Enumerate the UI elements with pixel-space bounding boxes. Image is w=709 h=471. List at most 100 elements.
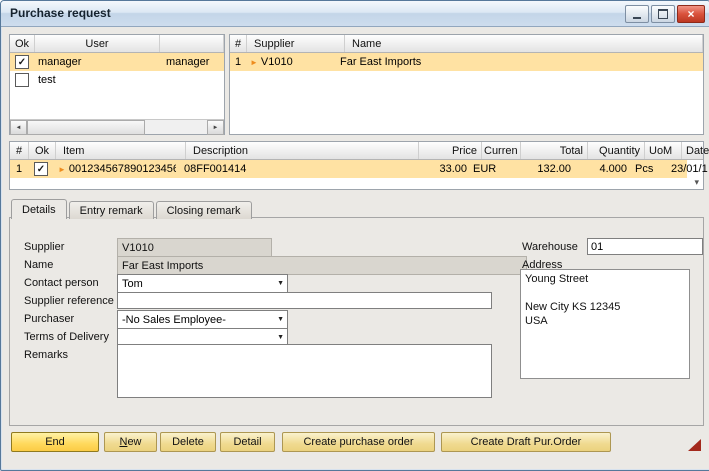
purchaser-value: -No Sales Employee- xyxy=(122,314,226,326)
window-title: Purchase request xyxy=(10,6,111,20)
new-button-label: ew xyxy=(127,436,141,448)
detail-button[interactable]: Detail xyxy=(220,432,275,452)
supplier-reference-label: Supplier reference nu xyxy=(24,295,129,307)
address-textarea[interactable]: Young Street New City KS 12345 USA xyxy=(520,269,690,379)
minimize-icon xyxy=(633,17,641,19)
terms-of-delivery-label: Terms of Delivery xyxy=(24,331,109,343)
minimize-button[interactable] xyxy=(625,5,649,23)
table-row[interactable]: 1 ✓ ► 001234567890123456 08FF001414 33.0… xyxy=(10,160,687,178)
check-icon: ✓ xyxy=(18,57,26,68)
items-header-item: Item xyxy=(56,142,186,159)
suppliers-header-name: Name xyxy=(345,35,703,52)
users-header-ok: Ok xyxy=(10,35,35,52)
supplier-label: Supplier xyxy=(24,241,64,253)
items-header-price: Price xyxy=(419,142,482,159)
ok-cell xyxy=(10,71,34,89)
users-table-header: Ok User xyxy=(10,35,224,53)
ok-checkbox[interactable] xyxy=(15,73,29,87)
tab-strip: Details Entry remark Closing remark xyxy=(11,199,252,218)
window-controls: × xyxy=(625,5,705,23)
tab-details[interactable]: Details xyxy=(11,199,67,219)
supplier-field: V1010 xyxy=(117,238,272,257)
purchase-request-window: Purchase request × Ok User ✓ manager man… xyxy=(0,0,709,471)
items-header-uom: UoM xyxy=(645,142,682,159)
purchaser-select[interactable]: -No Sales Employee- ▼ xyxy=(117,310,288,329)
end-button[interactable]: End xyxy=(11,432,99,452)
name-field: Far East Imports xyxy=(117,256,527,275)
purchaser-label: Purchaser xyxy=(24,313,74,325)
items-header-description: Description xyxy=(186,142,419,159)
quantity-cell: 4.000 xyxy=(575,160,631,178)
supplier-name-cell: Far East Imports xyxy=(336,53,703,71)
warehouse-input[interactable] xyxy=(587,238,703,255)
row-number-cell: 1 xyxy=(230,53,246,71)
restore-icon xyxy=(658,9,668,19)
new-button-accelerator: N xyxy=(119,436,127,448)
check-icon: ✓ xyxy=(37,164,45,175)
horizontal-scrollbar[interactable]: ◄ ► xyxy=(10,119,224,134)
price-cell: 33.00 xyxy=(409,160,471,178)
date-cell: 23/01/1 xyxy=(667,160,709,178)
new-button[interactable]: New xyxy=(104,432,157,452)
user-cell: test xyxy=(34,71,162,89)
scrollbar-thumb[interactable] xyxy=(27,120,145,135)
contact-person-value: Tom xyxy=(122,278,143,290)
suppliers-table: # Supplier Name 1 ► V1010 Far East Impor… xyxy=(229,34,704,135)
create-purchase-order-button[interactable]: Create purchase order xyxy=(282,432,435,452)
supplier-reference-input[interactable] xyxy=(117,292,492,309)
close-button[interactable]: × xyxy=(677,5,705,23)
items-header-ok: Ok xyxy=(29,142,56,159)
ok-checkbox[interactable]: ✓ xyxy=(34,162,48,176)
ok-cell: ✓ xyxy=(10,53,34,71)
currency-cell: EUR xyxy=(471,160,509,178)
items-header-date: Date of xyxy=(682,142,709,159)
details-pane: Supplier V1010 Name Far East Imports Con… xyxy=(9,217,704,426)
contact-person-select[interactable]: Tom ▼ xyxy=(117,274,288,293)
scroll-down-icon[interactable]: ▾ xyxy=(694,177,699,188)
scroll-right-icon[interactable]: ► xyxy=(207,120,224,135)
suppliers-table-header: # Supplier Name xyxy=(230,35,703,53)
link-arrow-icon[interactable]: ► xyxy=(58,165,66,174)
supplier-code: V1010 xyxy=(261,56,293,68)
close-icon: × xyxy=(687,8,694,20)
resize-corner-icon[interactable] xyxy=(688,439,701,451)
delete-button[interactable]: Delete xyxy=(160,432,216,452)
contact-person-label: Contact person xyxy=(24,277,99,289)
ok-cell: ✓ xyxy=(28,160,54,178)
create-draft-purchase-order-button[interactable]: Create Draft Pur.Order xyxy=(441,432,611,452)
items-table: # Ok Item Description Price Curren Total… xyxy=(9,141,704,190)
items-header-total: Total xyxy=(521,142,588,159)
chevron-down-icon: ▼ xyxy=(277,334,284,341)
scrollbar-track[interactable] xyxy=(145,120,207,134)
link-arrow-icon[interactable]: ► xyxy=(250,58,258,67)
name-label: Name xyxy=(24,259,53,271)
users-header-extra xyxy=(160,35,224,52)
item-cell: ► 001234567890123456 xyxy=(54,160,176,178)
table-row[interactable]: ✓ manager manager xyxy=(10,53,224,71)
warehouse-label: Warehouse xyxy=(522,241,578,253)
items-header-num: # xyxy=(10,142,29,159)
users-header-user: User xyxy=(35,35,160,52)
titlebar[interactable]: Purchase request × xyxy=(1,1,709,27)
total-cell: 132.00 xyxy=(509,160,575,178)
users-table: Ok User ✓ manager manager test ◄ ► xyxy=(9,34,225,135)
tab-entry-remark[interactable]: Entry remark xyxy=(69,201,154,219)
chevron-down-icon: ▼ xyxy=(277,316,284,323)
restore-button[interactable] xyxy=(651,5,675,23)
user-cell: manager xyxy=(34,53,162,71)
ok-checkbox[interactable]: ✓ xyxy=(15,55,29,69)
tab-closing-remark[interactable]: Closing remark xyxy=(156,201,252,219)
remarks-label: Remarks xyxy=(24,349,68,361)
items-table-header: # Ok Item Description Price Curren Total… xyxy=(10,142,703,160)
table-row[interactable]: 1 ► V1010 Far East Imports xyxy=(230,53,703,71)
description-cell: 08FF001414 xyxy=(176,160,409,178)
remarks-textarea[interactable] xyxy=(117,344,492,398)
table-row[interactable]: test xyxy=(10,71,224,89)
suppliers-header-supplier: Supplier xyxy=(247,35,345,52)
item-code: 001234567890123456 xyxy=(69,163,176,175)
row-number-cell: 1 xyxy=(10,160,28,178)
uom-cell: Pcs xyxy=(631,160,667,178)
scroll-left-icon[interactable]: ◄ xyxy=(10,120,27,135)
items-header-currency: Curren xyxy=(482,142,521,159)
chevron-down-icon: ▼ xyxy=(277,280,284,287)
